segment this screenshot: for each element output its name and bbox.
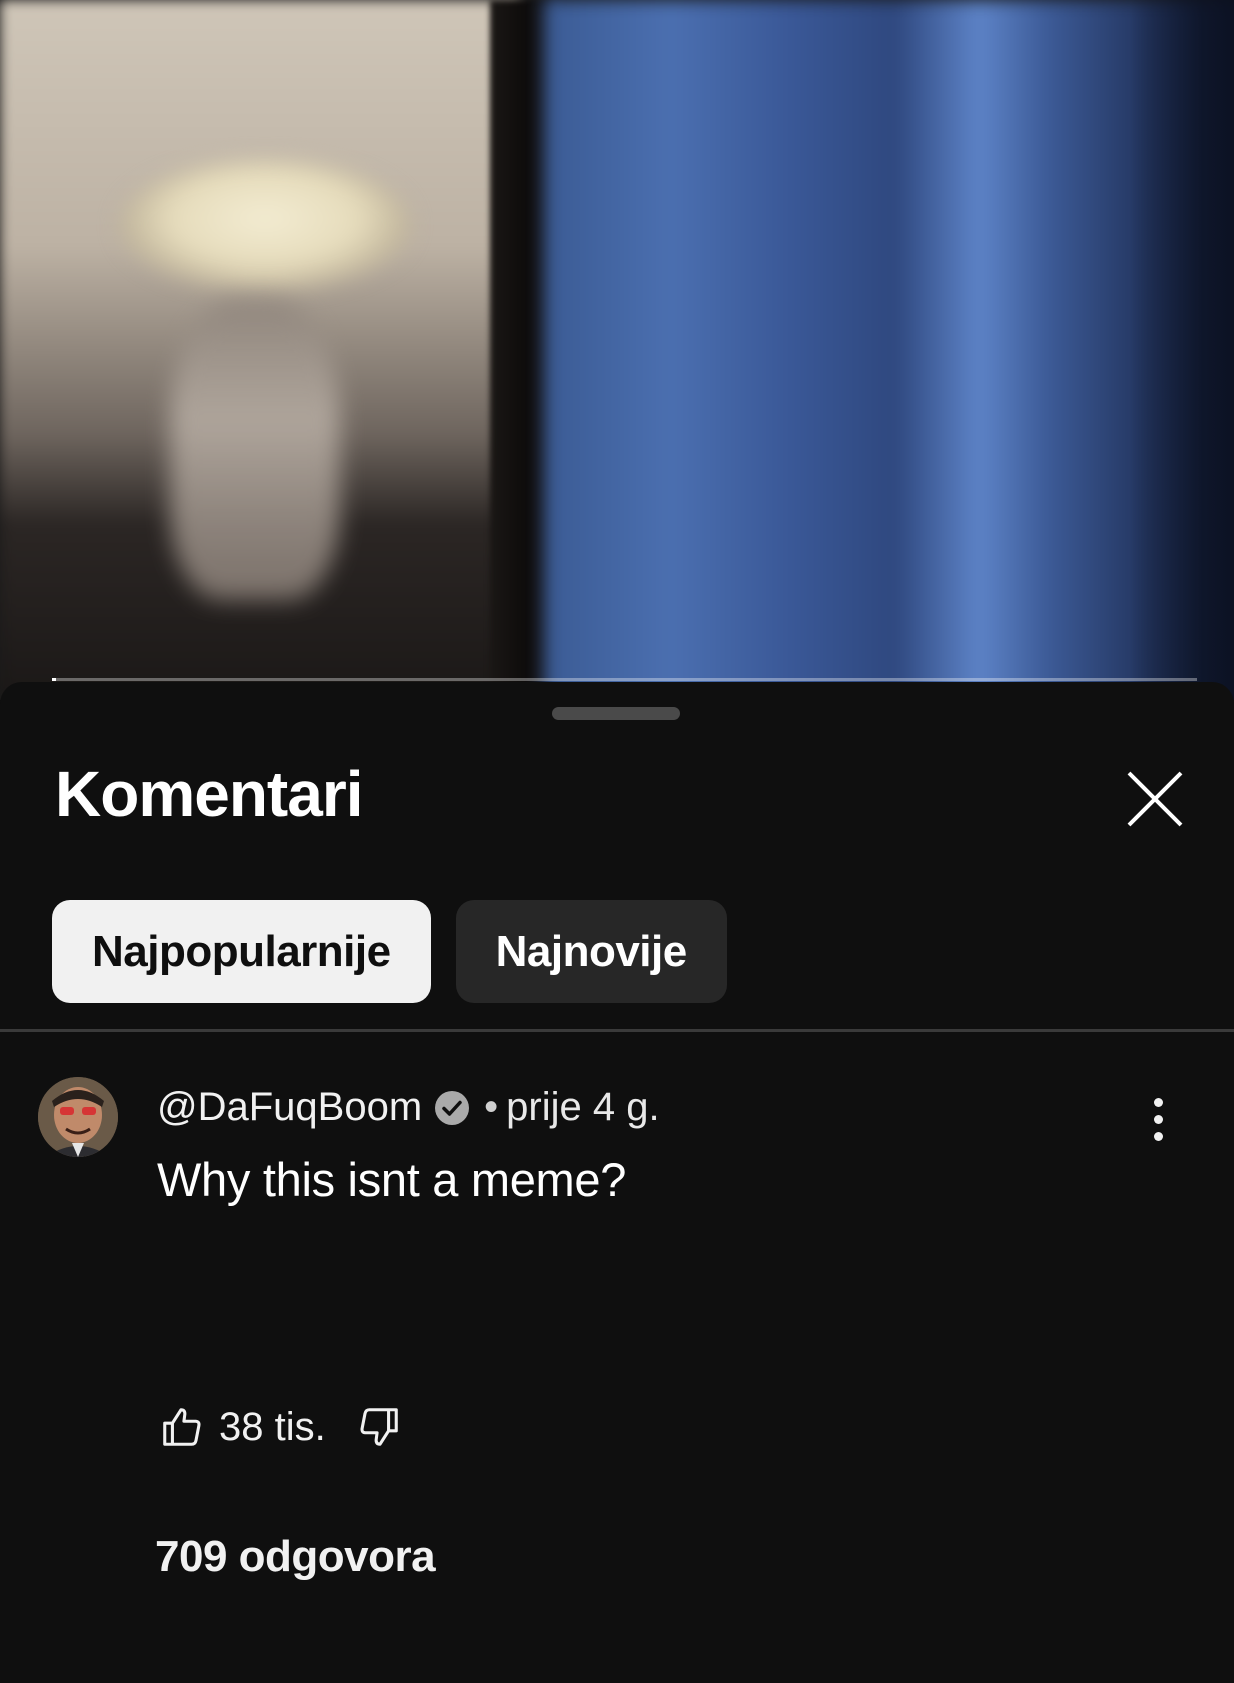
- avatar-image: [38, 1077, 118, 1157]
- more-vertical-icon: [1153, 1131, 1163, 1141]
- replies-button[interactable]: 709 odgovora: [155, 1532, 436, 1582]
- video-frame-shadow: [1130, 0, 1234, 700]
- divider: [0, 1029, 1234, 1032]
- more-vertical-icon: [1153, 1097, 1163, 1107]
- close-icon: [1127, 771, 1183, 827]
- thumbs-up-icon: [163, 1408, 201, 1446]
- avatar[interactable]: [38, 1077, 118, 1157]
- video-progress-bar[interactable]: [52, 678, 1197, 681]
- video-frame-lamp-base: [170, 300, 340, 600]
- drag-handle[interactable]: [552, 707, 680, 720]
- video-player[interactable]: [0, 0, 1234, 700]
- comment-actions: 38 tis.: [157, 1397, 404, 1457]
- comment-author[interactable]: @DaFuqBoom: [157, 1085, 422, 1130]
- thumbs-down-icon: [360, 1408, 398, 1446]
- comments-panel: Komentari Najpopularnije Najnovije @DaFu…: [0, 682, 1234, 1683]
- dislike-button[interactable]: [354, 1402, 404, 1452]
- more-vertical-icon: [1153, 1114, 1163, 1124]
- comments-title: Komentari: [55, 758, 363, 830]
- video-progress-fill: [52, 678, 56, 681]
- comment-more-button[interactable]: [1140, 1089, 1176, 1149]
- comment-time: prije 4 g.: [506, 1085, 660, 1129]
- like-count: 38 tis.: [219, 1404, 326, 1449]
- comment-meta: @DaFuqBoom • prije 4 g.: [157, 1085, 660, 1130]
- close-button[interactable]: [1120, 764, 1190, 834]
- comment-item: @DaFuqBoom • prije 4 g. Why this isnt a …: [0, 1077, 1234, 1637]
- chip-top-comments[interactable]: Najpopularnije: [52, 900, 431, 1003]
- comment-text: Why this isnt a meme?: [157, 1153, 627, 1206]
- verified-check-icon: [434, 1090, 470, 1126]
- chip-newest[interactable]: Najnovije: [455, 900, 727, 1003]
- sort-chips: Najpopularnije Najnovije: [52, 900, 727, 1003]
- meta-separator: •: [484, 1085, 499, 1129]
- like-button[interactable]: [157, 1402, 207, 1452]
- video-frame-lamp: [120, 160, 410, 290]
